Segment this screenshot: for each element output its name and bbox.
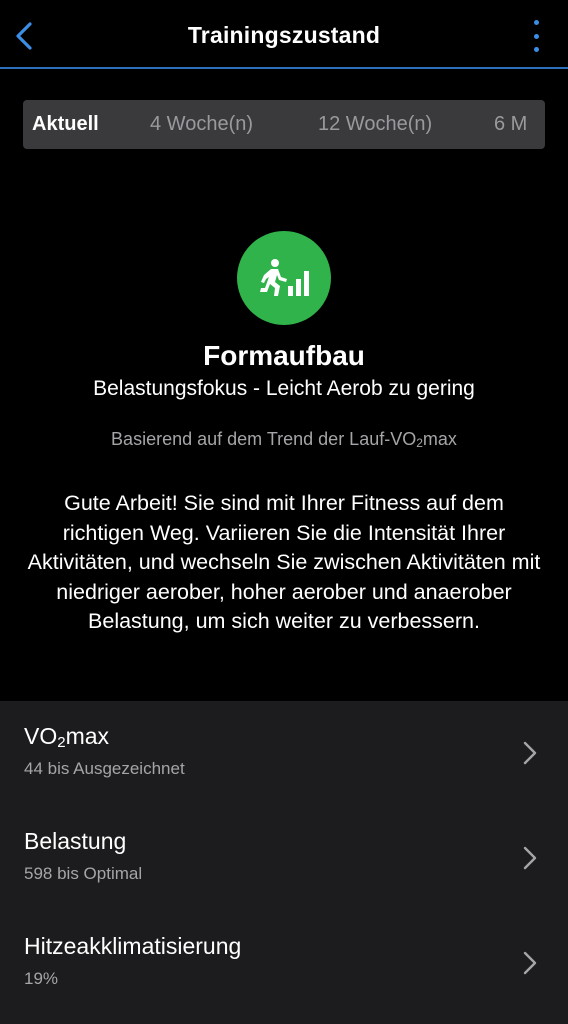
label-text: Hitzeakklimatisierung bbox=[24, 933, 242, 959]
more-options-button[interactable] bbox=[530, 20, 542, 52]
list-item-value: 598 bis Optimal bbox=[24, 864, 143, 883]
trend-text-suffix: max bbox=[422, 429, 457, 449]
list-item-load[interactable]: Belastung 598 bis Optimal bbox=[0, 806, 568, 911]
chevron-right-icon bbox=[523, 951, 537, 975]
status-badge bbox=[237, 231, 331, 325]
load-focus-text: Belastungsfokus - Leicht Aerob zu gering bbox=[93, 377, 475, 400]
status-title: Formaufbau bbox=[203, 340, 365, 371]
trend-note: Basierend auf dem Trend der Lauf-VO2max bbox=[0, 429, 568, 450]
period-segmented-control: Aktuell 4 Woche(n) 12 Woche(n) 6 M bbox=[23, 100, 545, 149]
tab-12-weeks[interactable]: 12 Woche(n) bbox=[318, 100, 432, 149]
tab-6-months[interactable]: 6 M bbox=[494, 100, 527, 149]
page-title: Trainingszustand bbox=[187, 22, 381, 48]
trend-subscript: 2 bbox=[416, 436, 423, 450]
tab-4-weeks[interactable]: 4 Woche(n) bbox=[150, 100, 253, 149]
list-item-heat-acclimation[interactable]: Hitzeakklimatisierung 19% bbox=[0, 911, 568, 1016]
more-vertical-icon bbox=[533, 20, 539, 25]
list-item-label: Hitzeakklimatisierung bbox=[24, 933, 241, 960]
list-item-label: VO2max bbox=[24, 723, 109, 751]
metrics-list: VO2max 44 bis Ausgezeichnet Belastung 59… bbox=[0, 701, 568, 1024]
chevron-right-icon bbox=[523, 846, 537, 870]
chevron-right-icon bbox=[523, 741, 537, 765]
trend-text: Basierend auf dem Trend der Lauf-VO bbox=[111, 429, 417, 449]
tab-current[interactable]: Aktuell bbox=[32, 100, 99, 149]
more-dot bbox=[533, 47, 539, 52]
more-dot bbox=[533, 33, 539, 39]
runner-progress-icon bbox=[260, 259, 309, 296]
list-item-value: 19% bbox=[24, 969, 59, 988]
app-header: Trainingszustand bbox=[0, 0, 568, 69]
list-item-label: Belastung bbox=[24, 828, 126, 855]
list-item-value: 44 bis Ausgezeichnet bbox=[24, 759, 185, 778]
label-subscript: 2 bbox=[57, 734, 66, 751]
label-text-suffix: max bbox=[65, 723, 110, 749]
list-item-vo2max[interactable]: VO2max 44 bis Ausgezeichnet bbox=[0, 701, 568, 806]
training-status-screen: Trainingszustand Aktuell 4 Woche(n) 12 W… bbox=[0, 0, 568, 1024]
label-text: VO bbox=[24, 723, 58, 749]
label-text: Belastung bbox=[24, 828, 127, 854]
status-message: Gute Arbeit! Sie sind mit Ihrer Fitness … bbox=[27, 491, 541, 634]
